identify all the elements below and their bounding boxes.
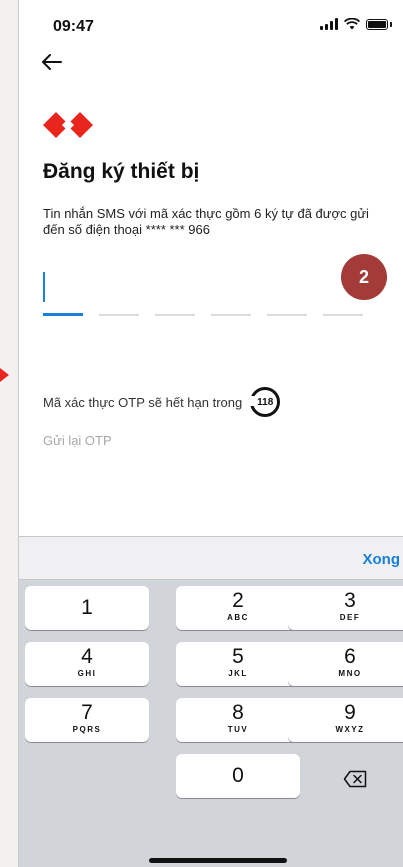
numeric-keyboard: Xong 1 2 ABC 3 DEF 4 GHI 5 JKL 6 MNO 7 PQRS 8T…: [19, 536, 403, 867]
otp-slot[interactable]: [211, 262, 251, 318]
key-3[interactable]: 3 DEF: [288, 586, 403, 630]
key-digit: 3: [344, 589, 356, 612]
otp-slot-underline: [99, 314, 139, 316]
key-digit: 6: [344, 645, 356, 668]
otp-slot-underline: [267, 314, 307, 316]
countdown-timer: 118: [249, 387, 281, 417]
done-button[interactable]: Xong: [363, 551, 401, 568]
status-time: 09:47: [53, 18, 94, 35]
key-1[interactable]: 1: [25, 586, 149, 630]
battery-tip: [390, 21, 392, 27]
step-badge: 2: [341, 254, 387, 300]
key-9[interactable]: 9 WXYZ: [288, 698, 403, 742]
key-letters: MNO: [338, 669, 362, 678]
key-0[interactable]: 0: [176, 754, 300, 798]
key-letters: TUV: [227, 725, 249, 734]
otp-slot[interactable]: [99, 262, 139, 318]
battery-icon: [366, 18, 388, 30]
phone-screen: 09:47 Đăng ký thiết bị Tin nhắn SMS với …: [18, 0, 403, 867]
key-digit: 1: [81, 596, 93, 619]
otp-expiry: Mã xác thực OTP sẽ hết hạn trong 118: [43, 387, 281, 417]
pointer-arrow-icon: [0, 368, 9, 382]
key-7[interactable]: 7 PQRS: [25, 698, 149, 742]
page-title: Đăng ký thiết bị: [43, 160, 200, 183]
otp-slot-underline: [155, 314, 195, 316]
key-letters: PQRS: [72, 725, 102, 734]
key-letters: ABC: [227, 613, 249, 622]
sms-message: Tin nhắn SMS với mã xác thực gồm 6 ký tự…: [43, 206, 369, 237]
keyboard-toolbar: Xong: [19, 536, 403, 580]
delete-button[interactable]: [306, 757, 403, 801]
otp-slot[interactable]: [267, 262, 307, 318]
back-button[interactable]: [41, 54, 63, 70]
arrow-left-icon: [42, 54, 62, 70]
otp-input[interactable]: [43, 262, 363, 318]
key-8[interactable]: 8 TUV: [176, 698, 300, 742]
key-digit: 4: [81, 645, 93, 668]
otp-slot-underline: [43, 313, 83, 316]
key-2[interactable]: 2 ABC: [176, 586, 300, 630]
key-5[interactable]: 5 JKL: [176, 642, 300, 686]
backspace-icon: [343, 770, 367, 788]
brand-logo-icon: [43, 112, 93, 138]
key-digit: 7: [81, 701, 93, 724]
resend-otp-link[interactable]: Gửi lại OTP: [43, 433, 112, 448]
otp-slot-underline: [211, 314, 251, 316]
status-icons: [320, 18, 392, 30]
otp-slot-underline: [323, 314, 363, 316]
key-digit: 0: [232, 764, 244, 787]
key-4[interactable]: 4 GHI: [25, 642, 149, 686]
key-letters: JKL: [228, 669, 248, 678]
otp-slot[interactable]: [155, 262, 195, 318]
status-bar: 09:47: [19, 0, 403, 50]
wifi-icon: [344, 18, 360, 30]
otp-slot[interactable]: [43, 262, 83, 318]
key-letters: GHI: [77, 669, 97, 678]
key-letters: DEF: [339, 613, 361, 622]
key-digit: 8: [232, 701, 244, 724]
home-indicator: [149, 858, 287, 863]
signal-icon: [320, 18, 338, 30]
text-caret: [43, 272, 45, 302]
key-digit: 9: [344, 701, 356, 724]
otp-expiry-label: Mã xác thực OTP sẽ hết hạn trong: [43, 394, 243, 410]
key-letters: WXYZ: [335, 725, 365, 734]
key-digit: 5: [232, 645, 244, 668]
key-digit: 2: [232, 589, 244, 612]
key-6[interactable]: 6 MNO: [288, 642, 403, 686]
